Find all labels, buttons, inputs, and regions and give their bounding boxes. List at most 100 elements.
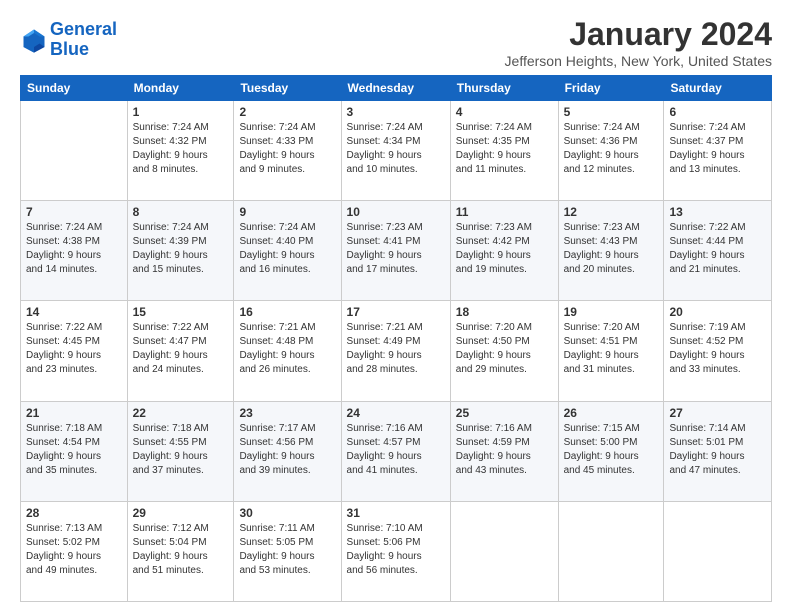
day-detail: Sunrise: 7:13 AM Sunset: 5:02 PM Dayligh… xyxy=(26,522,122,578)
day-number: 23 xyxy=(239,406,335,420)
calendar-cell: 31 Sunrise: 7:10 AM Sunset: 5:06 PM Dayli… xyxy=(341,501,450,601)
calendar-cell: 4 Sunrise: 7:24 AM Sunset: 4:35 PM Daylig… xyxy=(450,101,558,201)
day-number: 3 xyxy=(347,105,445,119)
calendar-cell: 1 Sunrise: 7:24 AM Sunset: 4:32 PM Daylig… xyxy=(127,101,234,201)
calendar-cell: 19 Sunrise: 7:20 AM Sunset: 4:51 PM Dayli… xyxy=(558,301,664,401)
day-detail: Sunrise: 7:18 AM Sunset: 4:55 PM Dayligh… xyxy=(133,422,229,478)
logo-line2: Blue xyxy=(50,39,89,59)
calendar-cell: 25 Sunrise: 7:16 AM Sunset: 4:59 PM Dayli… xyxy=(450,401,558,501)
weekday-cell: Tuesday xyxy=(234,76,341,101)
calendar-body: 1 Sunrise: 7:24 AM Sunset: 4:32 PM Daylig… xyxy=(21,101,772,602)
weekday-cell: Monday xyxy=(127,76,234,101)
day-detail: Sunrise: 7:22 AM Sunset: 4:47 PM Dayligh… xyxy=(133,321,229,377)
day-detail: Sunrise: 7:20 AM Sunset: 4:51 PM Dayligh… xyxy=(564,321,659,377)
calendar-cell: 3 Sunrise: 7:24 AM Sunset: 4:34 PM Daylig… xyxy=(341,101,450,201)
day-detail: Sunrise: 7:23 AM Sunset: 4:42 PM Dayligh… xyxy=(456,221,553,277)
day-detail: Sunrise: 7:10 AM Sunset: 5:06 PM Dayligh… xyxy=(347,522,445,578)
day-detail: Sunrise: 7:24 AM Sunset: 4:33 PM Dayligh… xyxy=(239,121,335,177)
logo-text: General Blue xyxy=(50,20,117,60)
day-detail: Sunrise: 7:12 AM Sunset: 5:04 PM Dayligh… xyxy=(133,522,229,578)
day-number: 21 xyxy=(26,406,122,420)
logo: General Blue xyxy=(20,20,117,60)
calendar-cell: 15Sunrise: 7:22 AM Sunset: 4:47 PM Dayli… xyxy=(127,301,234,401)
calendar-cell xyxy=(450,501,558,601)
day-number: 13 xyxy=(669,205,766,219)
day-number: 12 xyxy=(564,205,659,219)
calendar-week-row: 14 Sunrise: 7:22 AM Sunset: 4:45 PM Dayli… xyxy=(21,301,772,401)
calendar-cell: 28Sunrise: 7:13 AM Sunset: 5:02 PM Dayli… xyxy=(21,501,128,601)
day-detail: Sunrise: 7:24 AM Sunset: 4:36 PM Dayligh… xyxy=(564,121,659,177)
day-number: 4 xyxy=(456,105,553,119)
day-detail: Sunrise: 7:23 AM Sunset: 4:43 PM Dayligh… xyxy=(564,221,659,277)
day-number: 29 xyxy=(133,506,229,520)
location: Jefferson Heights, New York, United Stat… xyxy=(505,53,772,69)
calendar-cell: 29 Sunrise: 7:12 AM Sunset: 5:04 PM Dayli… xyxy=(127,501,234,601)
calendar-cell: 2 Sunrise: 7:24 AM Sunset: 4:33 PM Daylig… xyxy=(234,101,341,201)
calendar-cell: 13 Sunrise: 7:22 AM Sunset: 4:44 PM Dayli… xyxy=(664,201,772,301)
day-number: 16 xyxy=(239,305,335,319)
day-number: 7 xyxy=(26,205,122,219)
day-detail: Sunrise: 7:24 AM Sunset: 4:37 PM Dayligh… xyxy=(669,121,766,177)
calendar-cell: 8Sunrise: 7:24 AM Sunset: 4:39 PM Daylig… xyxy=(127,201,234,301)
calendar-cell: 21 Sunrise: 7:18 AM Sunset: 4:54 PM Dayli… xyxy=(21,401,128,501)
calendar-table: SundayMondayTuesdayWednesdayThursdayFrid… xyxy=(20,75,772,602)
day-detail: Sunrise: 7:23 AM Sunset: 4:41 PM Dayligh… xyxy=(347,221,445,277)
day-detail: Sunrise: 7:21 AM Sunset: 4:48 PM Dayligh… xyxy=(239,321,335,377)
calendar-cell: 30Sunrise: 7:11 AM Sunset: 5:05 PM Dayli… xyxy=(234,501,341,601)
day-number: 26 xyxy=(564,406,659,420)
calendar-cell: 17Sunrise: 7:21 AM Sunset: 4:49 PM Dayli… xyxy=(341,301,450,401)
weekday-header-row: SundayMondayTuesdayWednesdayThursdayFrid… xyxy=(21,76,772,101)
day-detail: Sunrise: 7:24 AM Sunset: 4:32 PM Dayligh… xyxy=(133,121,229,177)
calendar-cell: 11Sunrise: 7:23 AM Sunset: 4:42 PM Dayli… xyxy=(450,201,558,301)
day-detail: Sunrise: 7:11 AM Sunset: 5:05 PM Dayligh… xyxy=(239,522,335,578)
day-number: 25 xyxy=(456,406,553,420)
weekday-cell: Thursday xyxy=(450,76,558,101)
calendar-cell: 6 Sunrise: 7:24 AM Sunset: 4:37 PM Daylig… xyxy=(664,101,772,201)
calendar-cell: 24Sunrise: 7:16 AM Sunset: 4:57 PM Dayli… xyxy=(341,401,450,501)
calendar-cell: 23 Sunrise: 7:17 AM Sunset: 4:56 PM Dayli… xyxy=(234,401,341,501)
day-detail: Sunrise: 7:24 AM Sunset: 4:40 PM Dayligh… xyxy=(239,221,335,277)
calendar-cell: 12 Sunrise: 7:23 AM Sunset: 4:43 PM Dayli… xyxy=(558,201,664,301)
weekday-cell: Wednesday xyxy=(341,76,450,101)
day-detail: Sunrise: 7:22 AM Sunset: 4:45 PM Dayligh… xyxy=(26,321,122,377)
day-number: 5 xyxy=(564,105,659,119)
weekday-cell: Friday xyxy=(558,76,664,101)
day-detail: Sunrise: 7:16 AM Sunset: 4:59 PM Dayligh… xyxy=(456,422,553,478)
day-detail: Sunrise: 7:24 AM Sunset: 4:38 PM Dayligh… xyxy=(26,221,122,277)
day-number: 20 xyxy=(669,305,766,319)
calendar-cell: 9 Sunrise: 7:24 AM Sunset: 4:40 PM Daylig… xyxy=(234,201,341,301)
day-number: 19 xyxy=(564,305,659,319)
day-detail: Sunrise: 7:19 AM Sunset: 4:52 PM Dayligh… xyxy=(669,321,766,377)
day-detail: Sunrise: 7:21 AM Sunset: 4:49 PM Dayligh… xyxy=(347,321,445,377)
day-number: 9 xyxy=(239,205,335,219)
calendar-cell: 7 Sunrise: 7:24 AM Sunset: 4:38 PM Daylig… xyxy=(21,201,128,301)
day-number: 24 xyxy=(347,406,445,420)
calendar-cell: 16 Sunrise: 7:21 AM Sunset: 4:48 PM Dayli… xyxy=(234,301,341,401)
month-title: January 2024 xyxy=(505,16,772,53)
calendar-cell xyxy=(21,101,128,201)
day-number: 14 xyxy=(26,305,122,319)
day-number: 1 xyxy=(133,105,229,119)
day-number: 6 xyxy=(669,105,766,119)
calendar-cell: 27Sunrise: 7:14 AM Sunset: 5:01 PM Dayli… xyxy=(664,401,772,501)
day-detail: Sunrise: 7:18 AM Sunset: 4:54 PM Dayligh… xyxy=(26,422,122,478)
day-detail: Sunrise: 7:14 AM Sunset: 5:01 PM Dayligh… xyxy=(669,422,766,478)
day-number: 10 xyxy=(347,205,445,219)
calendar-week-row: 7 Sunrise: 7:24 AM Sunset: 4:38 PM Daylig… xyxy=(21,201,772,301)
header: General Blue January 2024 Jefferson Heig… xyxy=(20,16,772,69)
weekday-cell: Saturday xyxy=(664,76,772,101)
day-detail: Sunrise: 7:24 AM Sunset: 4:35 PM Dayligh… xyxy=(456,121,553,177)
calendar-cell xyxy=(664,501,772,601)
title-block: January 2024 Jefferson Heights, New York… xyxy=(505,16,772,69)
day-detail: Sunrise: 7:15 AM Sunset: 5:00 PM Dayligh… xyxy=(564,422,659,478)
day-number: 2 xyxy=(239,105,335,119)
calendar-week-row: 21 Sunrise: 7:18 AM Sunset: 4:54 PM Dayli… xyxy=(21,401,772,501)
day-number: 22 xyxy=(133,406,229,420)
day-number: 8 xyxy=(133,205,229,219)
day-detail: Sunrise: 7:22 AM Sunset: 4:44 PM Dayligh… xyxy=(669,221,766,277)
calendar-cell: 5 Sunrise: 7:24 AM Sunset: 4:36 PM Daylig… xyxy=(558,101,664,201)
day-detail: Sunrise: 7:17 AM Sunset: 4:56 PM Dayligh… xyxy=(239,422,335,478)
day-detail: Sunrise: 7:24 AM Sunset: 4:34 PM Dayligh… xyxy=(347,121,445,177)
calendar-cell: 26 Sunrise: 7:15 AM Sunset: 5:00 PM Dayli… xyxy=(558,401,664,501)
day-number: 31 xyxy=(347,506,445,520)
